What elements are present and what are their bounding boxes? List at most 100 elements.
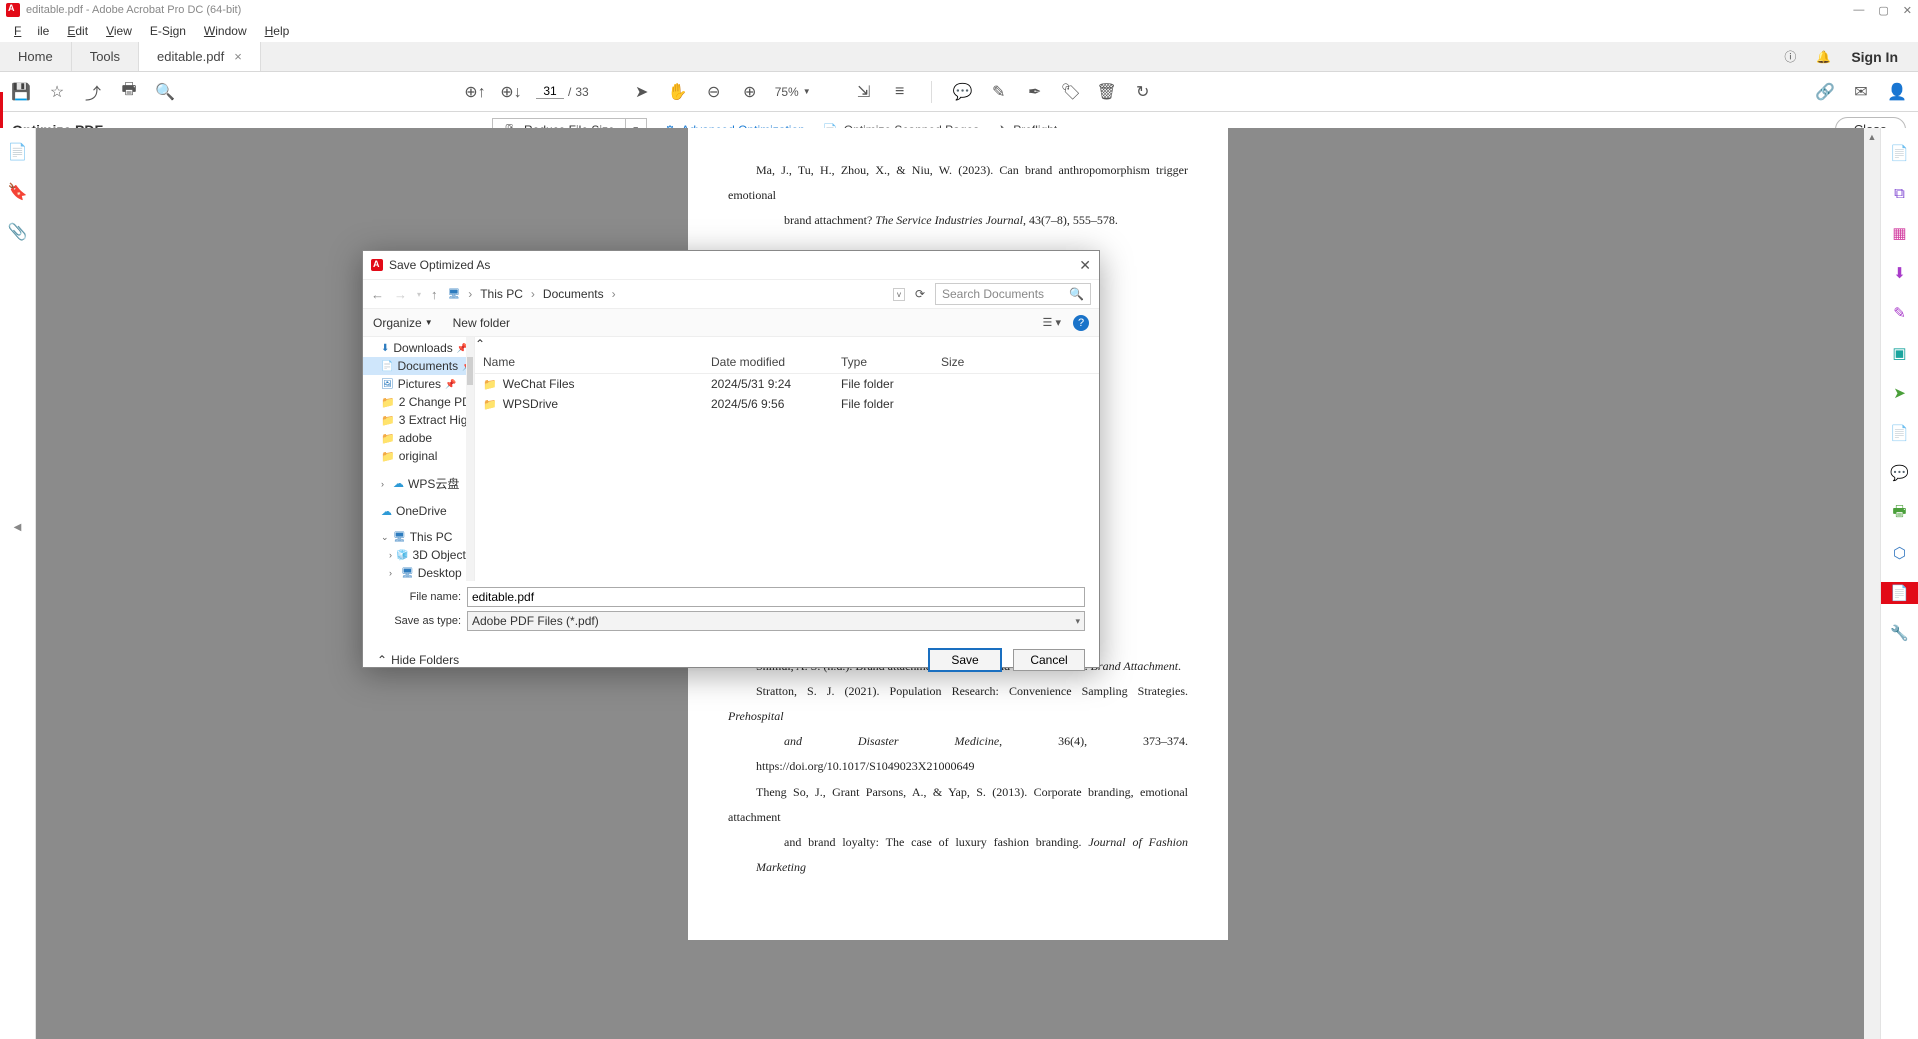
send-icon[interactable]: ➤: [1889, 382, 1911, 404]
comment-tool-icon[interactable]: 📄: [1889, 422, 1911, 444]
scan-tool-icon[interactable]: 🖶: [1889, 502, 1911, 524]
crumb-documents[interactable]: Documents: [543, 287, 604, 301]
account-icon[interactable]: 👤: [1886, 81, 1908, 103]
more-tools-icon[interactable]: 🔧: [1889, 622, 1911, 644]
sign-tool-icon[interactable]: ✎: [1889, 302, 1911, 324]
file-list-header[interactable]: Name Date modified Type Size: [475, 351, 1099, 374]
tree-this-pc[interactable]: ⌄🖥This PC: [363, 528, 474, 546]
zoom-out-icon[interactable]: ⊖: [703, 81, 725, 103]
scroll-up-icon[interactable]: ▲: [1866, 132, 1878, 142]
col-date[interactable]: Date modified: [711, 355, 841, 369]
organize-icon[interactable]: ▣: [1889, 342, 1911, 364]
sign-in-button[interactable]: Sign In: [1851, 49, 1898, 65]
search-icon[interactable]: 🔍: [154, 81, 176, 103]
col-size[interactable]: Size: [941, 355, 1001, 369]
star-icon[interactable]: ☆: [46, 81, 68, 103]
hand-tool-icon[interactable]: ✋: [667, 81, 689, 103]
select-tool-icon[interactable]: ➤: [631, 81, 653, 103]
nav-up-icon[interactable]: ↑: [431, 287, 438, 302]
col-name[interactable]: Name: [483, 355, 711, 369]
tree-extract[interactable]: 📁3 Extract High: [363, 411, 474, 429]
tab-close-icon[interactable]: ×: [234, 49, 242, 64]
tree-original[interactable]: 📁original: [363, 447, 474, 465]
sign-icon[interactable]: ✒: [1024, 81, 1046, 103]
mail-icon[interactable]: ✉: [1850, 81, 1872, 103]
tree-adobe[interactable]: 📁adobe: [363, 429, 474, 447]
collapse-left-icon[interactable]: ◀: [14, 522, 22, 533]
search-box[interactable]: Search Documents 🔍: [935, 283, 1091, 305]
maximize-icon[interactable]: ▢: [1878, 4, 1888, 17]
edit-pdf-icon[interactable]: ▦: [1889, 222, 1911, 244]
folder-tree[interactable]: ⬇Downloads 📌 📄Documents 📌 🖼Pictures 📌 📁2…: [363, 337, 475, 581]
nav-history-icon[interactable]: ▾: [417, 290, 421, 299]
close-window-icon[interactable]: ✕: [1903, 4, 1912, 17]
breadcrumb[interactable]: 🖥 › This PC › Documents › v: [448, 287, 905, 301]
comment-icon[interactable]: 💬: [952, 81, 974, 103]
col-type[interactable]: Type: [841, 355, 941, 369]
zoom-in-icon[interactable]: ⊕: [739, 81, 761, 103]
rotate-icon[interactable]: ↻: [1132, 81, 1154, 103]
cancel-button[interactable]: Cancel: [1013, 649, 1085, 671]
page-down-icon[interactable]: ⊕↓: [500, 81, 522, 103]
menu-window[interactable]: Window: [196, 22, 255, 40]
tree-documents[interactable]: 📄Documents 📌: [363, 357, 474, 375]
create-pdf-icon[interactable]: 📄: [1889, 142, 1911, 164]
dialog-help-icon[interactable]: ?: [1073, 315, 1089, 331]
optimize-tool-icon[interactable]: 📄: [1881, 582, 1918, 604]
hide-folders-toggle[interactable]: ⌃ Hide Folders: [377, 653, 459, 667]
zoom-dropdown[interactable]: 75%▼: [775, 85, 811, 99]
view-mode-icon[interactable]: ☰ ▾: [1043, 316, 1061, 329]
tree-desktop[interactable]: ›🖥Desktop: [363, 564, 474, 581]
tree-downloads[interactable]: ⬇Downloads 📌: [363, 339, 474, 357]
organize-dropdown[interactable]: Organize▼: [373, 316, 433, 330]
save-icon[interactable]: 💾: [10, 81, 32, 103]
note-icon[interactable]: 💬: [1889, 462, 1911, 484]
ruler-icon[interactable]: ≡: [889, 81, 911, 103]
list-item[interactable]: 📁WPSDrive 2024/5/6 9:56 File folder: [475, 394, 1099, 414]
dialog-close-icon[interactable]: ✕: [1079, 257, 1091, 274]
protect-icon[interactable]: ⬡: [1889, 542, 1911, 564]
breadcrumb-dropdown-icon[interactable]: v: [893, 288, 905, 301]
refresh-icon[interactable]: ⟳: [915, 287, 925, 301]
share-icon[interactable]: ⤴: [82, 81, 104, 103]
tree-pictures[interactable]: 🖼Pictures 📌: [363, 375, 474, 393]
export-icon[interactable]: ⬇: [1889, 262, 1911, 284]
notifications-icon[interactable]: 🔔: [1816, 50, 1831, 64]
link-icon[interactable]: 🔗: [1814, 81, 1836, 103]
tree-onedrive[interactable]: ☁OneDrive: [363, 502, 474, 520]
file-list[interactable]: ⌃ Name Date modified Type Size 📁WeChat F…: [475, 337, 1099, 581]
fit-width-icon[interactable]: ⇲: [853, 81, 875, 103]
minimize-icon[interactable]: —: [1853, 4, 1864, 17]
tree-change-pdf[interactable]: 📁2 Change PDF: [363, 393, 474, 411]
new-folder-button[interactable]: New folder: [453, 316, 510, 330]
highlight-icon[interactable]: ✎: [988, 81, 1010, 103]
help-icon[interactable]: ⓘ: [1784, 48, 1796, 65]
save-button[interactable]: Save: [929, 649, 1001, 671]
crumb-this-pc[interactable]: This PC: [480, 287, 523, 301]
filename-input[interactable]: [467, 587, 1085, 607]
thumbnails-icon[interactable]: 📄: [8, 142, 28, 162]
bookmarks-icon[interactable]: 🔖: [8, 182, 28, 202]
list-item[interactable]: 📁WeChat Files 2024/5/31 9:24 File folder: [475, 374, 1099, 394]
delete-icon[interactable]: 🗑: [1096, 81, 1118, 103]
combine-icon[interactable]: ⧉: [1889, 182, 1911, 204]
savetype-dropdown[interactable]: Adobe PDF Files (*.pdf)▾: [467, 611, 1085, 631]
nav-back-icon[interactable]: ←: [371, 287, 384, 302]
menu-edit[interactable]: Edit: [59, 22, 96, 40]
menu-file[interactable]: File: [6, 22, 57, 40]
tree-scrollbar[interactable]: [466, 337, 474, 581]
page-up-icon[interactable]: ⊕↑: [464, 81, 486, 103]
tab-tools[interactable]: Tools: [72, 42, 139, 71]
attachments-icon[interactable]: 📎: [8, 222, 28, 242]
tab-document[interactable]: editable.pdf ×: [139, 42, 261, 71]
menu-help[interactable]: Help: [257, 22, 298, 40]
tree-wps[interactable]: ›☁WPS云盘: [363, 473, 474, 494]
page-current-input[interactable]: [536, 84, 564, 99]
menu-view[interactable]: View: [98, 22, 140, 40]
vertical-scrollbar[interactable]: ▲: [1864, 128, 1880, 1039]
tab-home[interactable]: Home: [0, 42, 72, 71]
print-icon[interactable]: 🖶: [118, 81, 140, 103]
tree-3d-objects[interactable]: ›🧊3D Objects: [363, 546, 474, 564]
stamp-icon[interactable]: 🏷: [1060, 81, 1082, 103]
menu-esign[interactable]: E-Sign: [142, 22, 194, 40]
